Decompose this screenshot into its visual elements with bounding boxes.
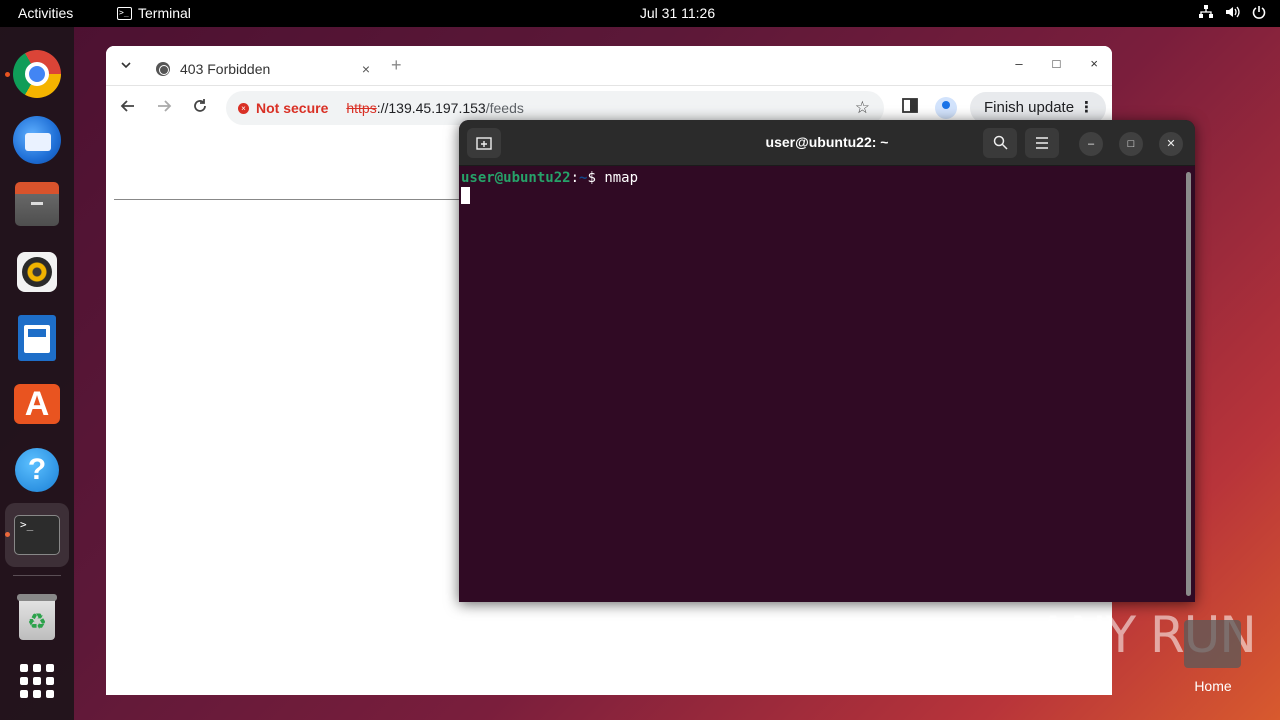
- prompt-separator: :: [570, 170, 580, 186]
- forward-button[interactable]: [156, 98, 172, 119]
- profile-avatar-icon[interactable]: [935, 97, 957, 119]
- close-icon[interactable]: ✕: [1159, 132, 1183, 156]
- dock-item-help[interactable]: ?: [12, 445, 62, 495]
- bookmark-star-icon[interactable]: ☆: [855, 98, 870, 118]
- tab-403-forbidden[interactable]: 403 Forbidden ×: [150, 52, 378, 86]
- tab-strip: 403 Forbidden × + – □ ×: [106, 46, 1112, 86]
- search-icon[interactable]: [983, 128, 1017, 158]
- dock-item-ubuntu-software[interactable]: A: [12, 379, 62, 429]
- volume-icon[interactable]: [1225, 5, 1240, 22]
- dock-item-trash[interactable]: ♻: [12, 593, 62, 643]
- help-icon: ?: [15, 448, 59, 492]
- browser-window-controls: – □ ×: [1015, 56, 1098, 71]
- files-icon: [15, 182, 59, 226]
- libreoffice-writer-icon: [18, 315, 56, 361]
- terminal-headerbar: user@ubuntu22: ~ – □ ✕: [459, 120, 1195, 166]
- minimize-icon[interactable]: –: [1079, 132, 1103, 156]
- dock-separator: [13, 575, 61, 576]
- terminal-icon: >_: [14, 515, 60, 555]
- dock-item-thunderbird[interactable]: [12, 115, 62, 165]
- close-button[interactable]: ×: [1090, 56, 1098, 71]
- terminal-window: user@ubuntu22: ~ – □ ✕ user@ubuntu22:~$ …: [459, 120, 1195, 602]
- home-folder-label[interactable]: Home: [1170, 678, 1256, 694]
- dock-item-libreoffice-writer[interactable]: [12, 313, 62, 363]
- top-bar: Activities >_ Terminal Jul 31 11:26: [0, 0, 1280, 27]
- url-scheme: https: [346, 100, 377, 116]
- reload-button[interactable]: [192, 98, 208, 119]
- maximize-icon[interactable]: □: [1119, 132, 1143, 156]
- text-cursor: [461, 187, 470, 204]
- thunderbird-icon: [13, 116, 61, 164]
- tab-title: 403 Forbidden: [180, 61, 271, 77]
- hamburger-menu-icon[interactable]: [1025, 128, 1059, 158]
- dock-item-terminal[interactable]: >_: [5, 503, 69, 567]
- clock[interactable]: Jul 31 11:26: [0, 5, 1280, 21]
- new-tab-button[interactable]: +: [391, 55, 402, 76]
- terminal-output[interactable]: user@ubuntu22:~$ nmap: [461, 170, 638, 208]
- back-button[interactable]: [120, 98, 136, 119]
- dock-item-show-applications[interactable]: [12, 656, 62, 706]
- dock: A ? >_ ♻: [0, 27, 74, 720]
- running-indicator: [5, 72, 10, 77]
- side-panel-icon[interactable]: [902, 98, 918, 117]
- url-path: /feeds: [485, 100, 524, 116]
- tab-search-icon[interactable]: [120, 58, 132, 72]
- home-folder-icon[interactable]: [1184, 620, 1241, 668]
- dock-item-files[interactable]: [12, 181, 62, 231]
- maximize-button[interactable]: □: [1053, 56, 1061, 71]
- network-icon[interactable]: [1199, 5, 1213, 22]
- url-host: ://139.45.197.153: [376, 100, 486, 116]
- prompt-user: user@ubuntu22: [461, 170, 571, 186]
- terminal-scrollbar[interactable]: [1186, 172, 1191, 596]
- power-icon[interactable]: [1252, 5, 1266, 22]
- chrome-icon: [13, 50, 61, 98]
- rhythmbox-icon: [17, 252, 57, 292]
- minimize-button[interactable]: –: [1015, 56, 1022, 71]
- dock-item-chrome[interactable]: [12, 49, 62, 99]
- prompt-symbol: $: [587, 170, 605, 186]
- globe-icon: [156, 62, 170, 76]
- trash-icon: ♻: [17, 594, 57, 640]
- ubuntu-software-icon: A: [14, 384, 60, 424]
- typed-command: nmap: [604, 170, 639, 186]
- not-secure-icon[interactable]: ×: [238, 102, 249, 114]
- system-tray[interactable]: [1199, 5, 1266, 22]
- close-tab-icon[interactable]: ×: [362, 61, 370, 77]
- dock-item-rhythmbox[interactable]: [12, 247, 62, 297]
- finish-update-label: Finish update: [984, 99, 1075, 116]
- prompt-line: user@ubuntu22:~$ nmap: [461, 170, 638, 186]
- security-label[interactable]: Not secure: [256, 100, 328, 116]
- app-grid-icon: [20, 664, 54, 698]
